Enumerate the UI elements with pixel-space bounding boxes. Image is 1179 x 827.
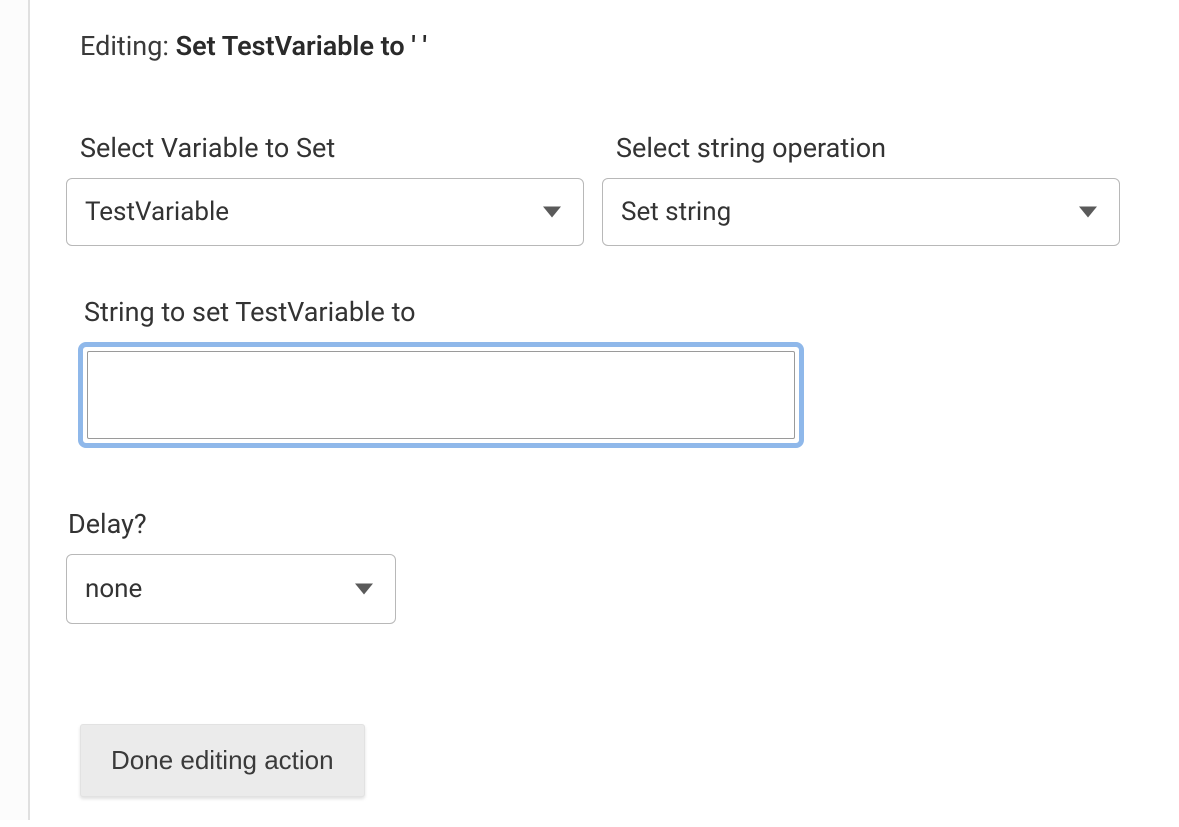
variable-field-group: Select Variable to Set TestVariable: [66, 132, 584, 246]
variable-select-value: TestVariable: [67, 197, 583, 227]
editing-action-summary: Set TestVariable to ' ': [176, 30, 427, 62]
variable-field-label: Select Variable to Set: [80, 132, 584, 164]
string-input[interactable]: [87, 351, 795, 439]
operation-select-value: Set string: [603, 197, 1119, 227]
string-input-focus-ring: [78, 342, 804, 448]
caret-down-icon: [1079, 207, 1097, 218]
delay-select[interactable]: none: [66, 554, 396, 624]
string-field-label: String to set TestVariable to: [84, 296, 1119, 328]
delay-field-label: Delay?: [68, 508, 1119, 540]
caret-down-icon: [543, 207, 561, 218]
operation-field-label: Select string operation: [616, 132, 1120, 164]
editing-header: Editing: Set TestVariable to ' ': [80, 30, 1119, 62]
select-row: Select Variable to Set TestVariable Sele…: [66, 132, 1119, 246]
operation-field-group: Select string operation Set string: [602, 132, 1120, 246]
delay-select-value: none: [67, 574, 395, 604]
variable-select[interactable]: TestVariable: [66, 178, 584, 246]
done-editing-button[interactable]: Done editing action: [80, 724, 365, 797]
delay-field-group: Delay? none: [66, 508, 1119, 624]
left-border: [0, 0, 30, 820]
operation-select[interactable]: Set string: [602, 178, 1120, 246]
string-field-group: String to set TestVariable to: [66, 296, 1119, 448]
action-editor-panel: Editing: Set TestVariable to ' ' Select …: [0, 0, 1179, 827]
editing-prefix: Editing:: [80, 30, 176, 62]
caret-down-icon: [355, 584, 373, 595]
